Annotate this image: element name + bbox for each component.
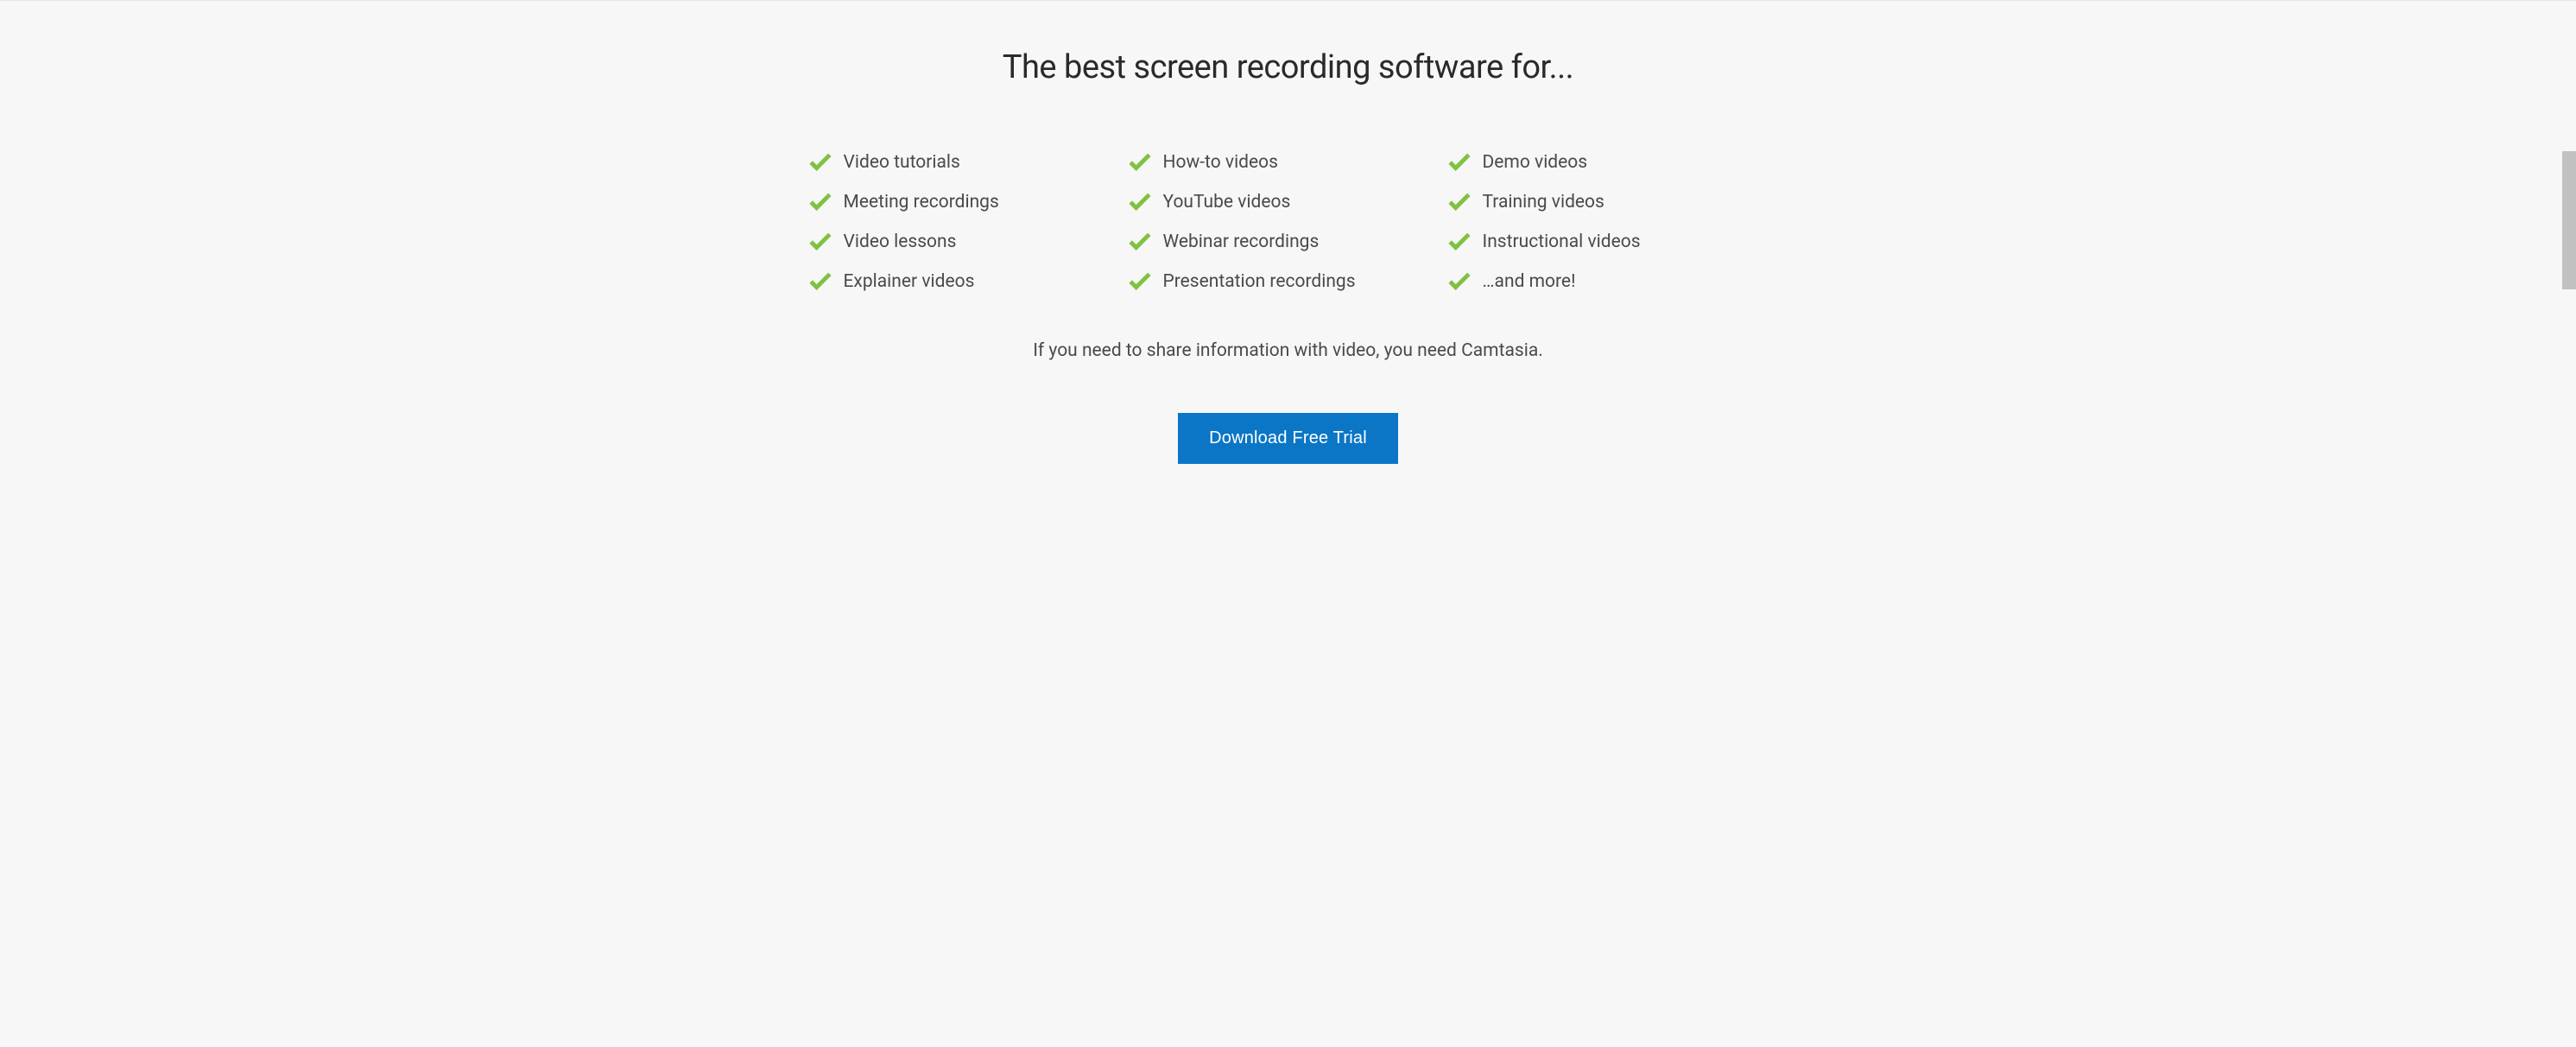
check-icon — [809, 231, 832, 253]
feature-label: Video tutorials — [844, 152, 960, 173]
feature-label: YouTube videos — [1163, 192, 1291, 213]
feature-columns: Video tutorials Meeting recordings Video… — [718, 151, 1858, 293]
check-icon — [1129, 151, 1151, 174]
feature-label: Explainer videos — [844, 271, 975, 292]
feature-label: Webinar recordings — [1163, 232, 1320, 252]
feature-label: …and more! — [1483, 271, 1576, 292]
feature-item: Video lessons — [809, 231, 1129, 253]
tagline-text: If you need to share information with vi… — [718, 340, 1858, 361]
section-heading: The best screen recording software for..… — [718, 48, 1858, 86]
check-icon — [1448, 270, 1471, 293]
feature-column-1: Video tutorials Meeting recordings Video… — [809, 151, 1129, 293]
feature-label: Meeting recordings — [844, 192, 999, 213]
feature-item: Training videos — [1448, 191, 1768, 213]
feature-label: Demo videos — [1483, 152, 1588, 173]
check-icon — [1129, 191, 1151, 213]
feature-label: How-to videos — [1163, 152, 1278, 173]
check-icon — [1448, 151, 1471, 174]
check-icon — [809, 270, 832, 293]
feature-item: Meeting recordings — [809, 191, 1129, 213]
feature-item: Webinar recordings — [1129, 231, 1448, 253]
feature-item: Presentation recordings — [1129, 270, 1448, 293]
check-icon — [809, 151, 832, 174]
feature-label: Training videos — [1483, 192, 1604, 213]
check-icon — [1448, 231, 1471, 253]
feature-item: How-to videos — [1129, 151, 1448, 174]
check-icon — [809, 191, 832, 213]
feature-item: …and more! — [1448, 270, 1768, 293]
feature-label: Presentation recordings — [1163, 271, 1356, 292]
feature-label: Video lessons — [844, 232, 957, 252]
feature-column-3: Demo videos Training videos Instructiona… — [1448, 151, 1768, 293]
check-icon — [1129, 270, 1151, 293]
feature-label: Instructional videos — [1483, 232, 1641, 252]
check-icon — [1129, 231, 1151, 253]
feature-item: Instructional videos — [1448, 231, 1768, 253]
check-icon — [1448, 191, 1471, 213]
content-section: The best screen recording software for..… — [718, 48, 1858, 464]
feature-item: Explainer videos — [809, 270, 1129, 293]
feature-item: YouTube videos — [1129, 191, 1448, 213]
feature-item: Video tutorials — [809, 151, 1129, 174]
scrollbar-thumb[interactable] — [2562, 151, 2576, 289]
feature-column-2: How-to videos YouTube videos Webinar rec… — [1129, 151, 1448, 293]
download-trial-button[interactable]: Download Free Trial — [1178, 413, 1398, 464]
feature-item: Demo videos — [1448, 151, 1768, 174]
